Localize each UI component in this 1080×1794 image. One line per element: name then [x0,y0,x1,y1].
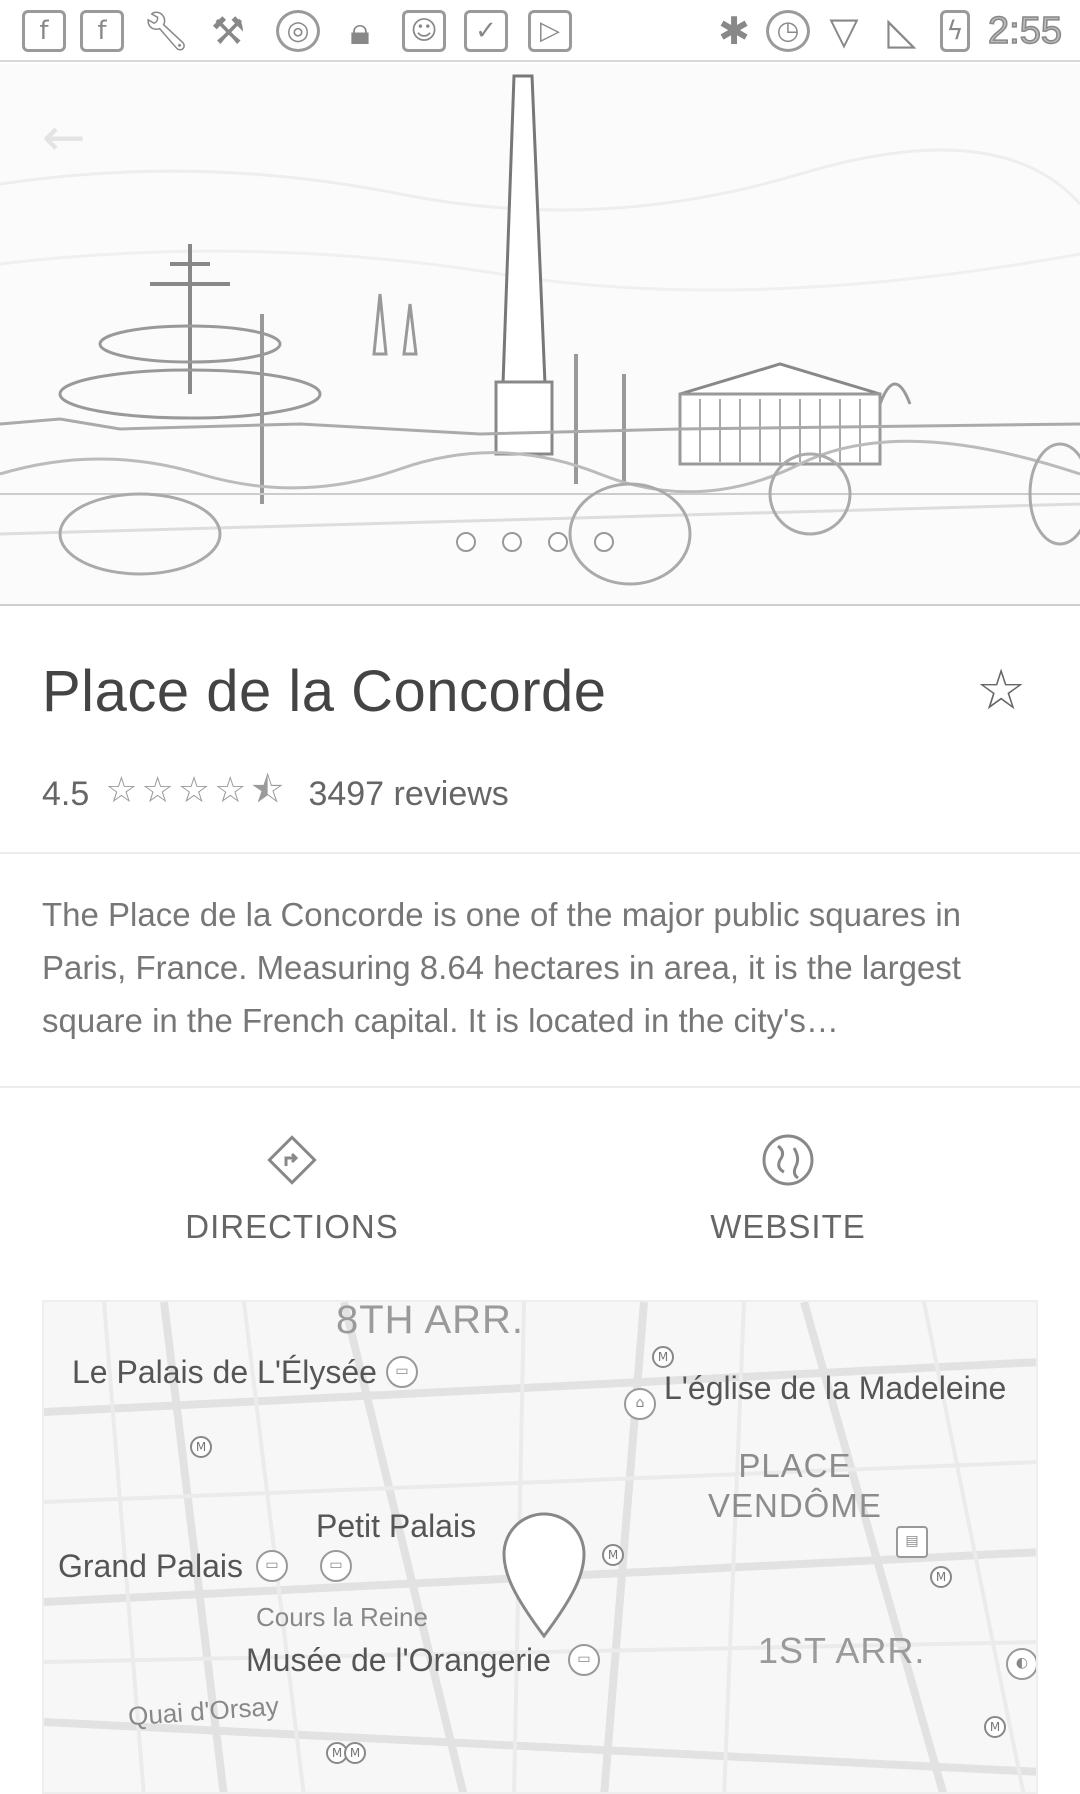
clock: 2:55 [987,9,1062,53]
carousel-indicator [456,532,614,552]
vendome-line-1: PLACE [738,1447,852,1484]
map-preview[interactable]: 8TH ARR. Le Palais de L'Élysée ▭ M ⌂ L'é… [42,1300,1038,1794]
alarm-icon: ◷ [766,10,810,52]
map-label-elysee[interactable]: Le Palais de L'Élysée [72,1354,377,1391]
shopping-icon: ▤ [896,1526,928,1558]
landmark-icon: ◐ [1006,1648,1036,1680]
no-signal-icon: ◺ [887,9,917,53]
map-label-8th-arr: 8TH ARR. [336,1300,525,1342]
tools-icon: ⚒ [210,9,246,53]
directions-label: DIRECTIONS [185,1208,399,1245]
map-label-1st-arr: 1ST ARR. [758,1630,926,1671]
metro-icon: M [602,1544,624,1566]
play-store-icon: ▷ [528,10,572,52]
rating-stars: ☆☆☆☆⯪ [105,770,289,811]
map-label-place-vendome: PLACE VENDÔME [708,1446,882,1526]
status-bar: f f 🔧︎ ⚒ ◎ 🔒︎ ☺ ✓ ▷ ✱ ◷ ▽ ◺ ϟ 2:55 [0,0,1080,62]
place-description[interactable]: The Place de la Concorde is one of the m… [42,888,1042,1047]
map-label-grand-palais[interactable]: Grand Palais [58,1548,243,1585]
carousel-dot[interactable] [502,532,522,552]
back-arrow-icon[interactable]: ← [42,108,102,168]
wrench-icon: 🔧︎ [141,8,191,53]
review-count: 3497 reviews [308,775,509,813]
divider [0,852,1080,854]
map-label-petit-palais[interactable]: Petit Palais [316,1508,476,1545]
circle-icon: ◎ [276,10,320,52]
battery-charging-icon: ϟ [940,10,970,52]
website-button[interactable]: WEBSITE [658,1132,918,1246]
carousel-dot[interactable] [548,532,568,552]
directions-button[interactable]: DIRECTIONS [162,1132,422,1246]
bluetooth-icon: ✱ [718,9,750,53]
museum-icon: ▭ [568,1644,600,1676]
museum-icon: ▭ [256,1550,288,1582]
carousel-dot[interactable] [594,532,614,552]
place-photo [0,64,1080,604]
museum-icon: ▭ [386,1356,418,1388]
save-star-icon[interactable]: ☆ [976,662,1026,720]
facebook-icon: f [22,10,66,52]
facebook-icon: f [80,10,124,52]
map-label-madeleine[interactable]: L'église de la Madeleine [664,1370,1006,1407]
metro-icon: M [344,1742,366,1764]
metro-icon: M [984,1716,1006,1738]
church-icon: ⌂ [624,1388,656,1420]
map-label-orangerie[interactable]: Musée de l'Orangerie [246,1642,551,1679]
rating-row[interactable]: 4.5 ☆☆☆☆⯪ 3497 reviews [42,764,509,825]
place-photo-carousel[interactable]: ← [0,64,1080,606]
android-icon: ☺ [402,10,446,52]
museum-icon: ▭ [320,1550,352,1582]
metro-icon: M [652,1346,674,1368]
divider [0,1086,1080,1088]
place-title: Place de la Concorde [42,659,607,724]
clipboard-check-icon: ✓ [464,10,508,52]
globe-icon [760,1132,816,1188]
wifi-icon: ▽ [829,9,859,53]
directions-icon [264,1132,320,1188]
lock-icon: 🔒︎ [349,8,371,53]
metro-icon: M [930,1566,952,1588]
website-label: WEBSITE [710,1208,866,1245]
carousel-dot[interactable] [456,532,476,552]
vendome-line-2: VENDÔME [708,1487,882,1524]
map-label-cours-la-reine: Cours la Reine [256,1602,428,1632]
metro-icon: M [190,1436,212,1458]
rating-value: 4.5 [42,775,90,813]
